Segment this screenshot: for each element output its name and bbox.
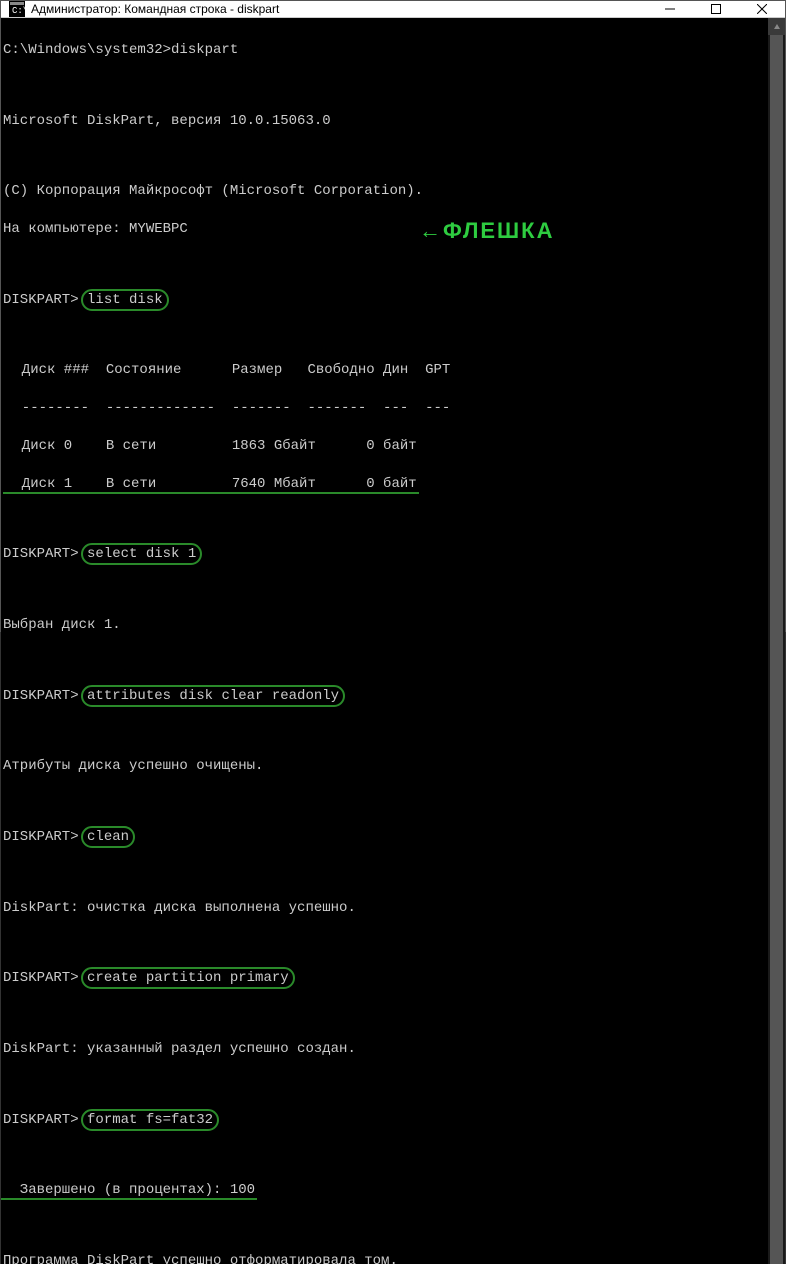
content-wrapper: C:\Windows\system32>diskpart Microsoft D… bbox=[1, 18, 785, 1264]
scrollbar[interactable] bbox=[768, 18, 785, 1264]
prompt-line: DISKPART> create partition primary bbox=[3, 969, 764, 988]
command-create-partition: create partition primary bbox=[87, 970, 289, 986]
titlebar-controls bbox=[647, 1, 785, 17]
prompt-line: DISKPART> select disk 1 bbox=[3, 545, 764, 564]
blank-line bbox=[3, 866, 764, 880]
prompt-line: DISKPART> clean bbox=[3, 828, 764, 847]
terminal-line: Завершено (в процентах): 100 bbox=[3, 1181, 764, 1200]
table-row: Диск 0 В сети 1863 Gбайт 0 байт bbox=[5, 437, 764, 456]
progress-line: Завершено (в процентах): 100 bbox=[3, 1182, 255, 1198]
command-select-disk: select disk 1 bbox=[87, 546, 196, 562]
blank-line bbox=[3, 79, 764, 93]
command-list-disk: list disk bbox=[87, 292, 163, 308]
minimize-button[interactable] bbox=[647, 1, 693, 17]
terminal-line: На компьютере: MYWEBPC bbox=[3, 220, 764, 239]
window: C:\ Администратор: Командная строка - di… bbox=[0, 0, 786, 632]
terminal-line: (C) Корпорация Майкрософт (Microsoft Cor… bbox=[3, 182, 764, 201]
table-row: Диск 1 В сети 7640 Mбайт 0 байт bbox=[5, 475, 764, 494]
blank-line bbox=[3, 328, 764, 342]
blank-line bbox=[3, 937, 764, 951]
terminal-line: Программа DiskPart успешно отформатирова… bbox=[3, 1252, 764, 1264]
terminal-line: Выбран диск 1. bbox=[3, 616, 764, 635]
prompt-line: DISKPART> list disk bbox=[3, 291, 764, 310]
terminal-line: Microsoft DiskPart, версия 10.0.15063.0 bbox=[3, 112, 764, 131]
blank-line bbox=[3, 1219, 764, 1233]
blank-line bbox=[3, 1149, 764, 1163]
blank-line bbox=[3, 725, 764, 739]
prompt: DISKPART> bbox=[3, 970, 87, 986]
window-title: Администратор: Командная строка - diskpa… bbox=[31, 2, 279, 16]
prompt: DISKPART> bbox=[3, 688, 87, 704]
table-row-flash: Диск 1 В сети 7640 Mбайт 0 байт bbox=[5, 476, 417, 492]
scrollbar-thumb[interactable] bbox=[770, 35, 783, 1264]
terminal-line: DiskPart: очистка диска выполнена успешн… bbox=[3, 899, 764, 918]
svg-text:C:\: C:\ bbox=[12, 6, 25, 16]
table-separator: -------- ------------- ------- ------- -… bbox=[5, 399, 764, 418]
prompt: DISKPART> bbox=[3, 546, 87, 562]
blank-line bbox=[3, 583, 764, 597]
titlebar-left: C:\ Администратор: Командная строка - di… bbox=[1, 1, 279, 17]
blank-line bbox=[3, 795, 764, 809]
terminal-line: DiskPart: указанный раздел успешно созда… bbox=[3, 1040, 764, 1059]
prompt-line: DISKPART> attributes disk clear readonly bbox=[3, 687, 764, 706]
blank-line bbox=[3, 149, 764, 163]
terminal[interactable]: C:\Windows\system32>diskpart Microsoft D… bbox=[1, 18, 768, 1264]
maximize-button[interactable] bbox=[693, 1, 739, 17]
blank-line bbox=[3, 654, 764, 668]
command-clean: clean bbox=[87, 829, 129, 845]
titlebar[interactable]: C:\ Администратор: Командная строка - di… bbox=[1, 1, 785, 18]
prompt: DISKPART> bbox=[3, 292, 87, 308]
command-attributes: attributes disk clear readonly bbox=[87, 688, 339, 704]
scrollbar-track[interactable] bbox=[768, 35, 785, 1264]
terminal-line: C:\Windows\system32>diskpart bbox=[3, 41, 764, 60]
prompt: DISKPART> bbox=[3, 1112, 87, 1128]
blank-line bbox=[3, 1007, 764, 1021]
cmd-icon: C:\ bbox=[9, 1, 25, 17]
prompt: DISKPART> bbox=[3, 829, 87, 845]
command-format: format fs=fat32 bbox=[87, 1112, 213, 1128]
scrollbar-up-button[interactable] bbox=[768, 18, 785, 35]
blank-line bbox=[3, 258, 764, 272]
blank-line bbox=[3, 1078, 764, 1092]
table-header: Диск ### Состояние Размер Свободно Дин G… bbox=[5, 361, 764, 380]
close-button[interactable] bbox=[739, 1, 785, 17]
prompt-line: DISKPART> format fs=fat32 bbox=[3, 1111, 764, 1130]
blank-line bbox=[3, 512, 764, 526]
terminal-line: Атрибуты диска успешно очищены. bbox=[3, 757, 764, 776]
